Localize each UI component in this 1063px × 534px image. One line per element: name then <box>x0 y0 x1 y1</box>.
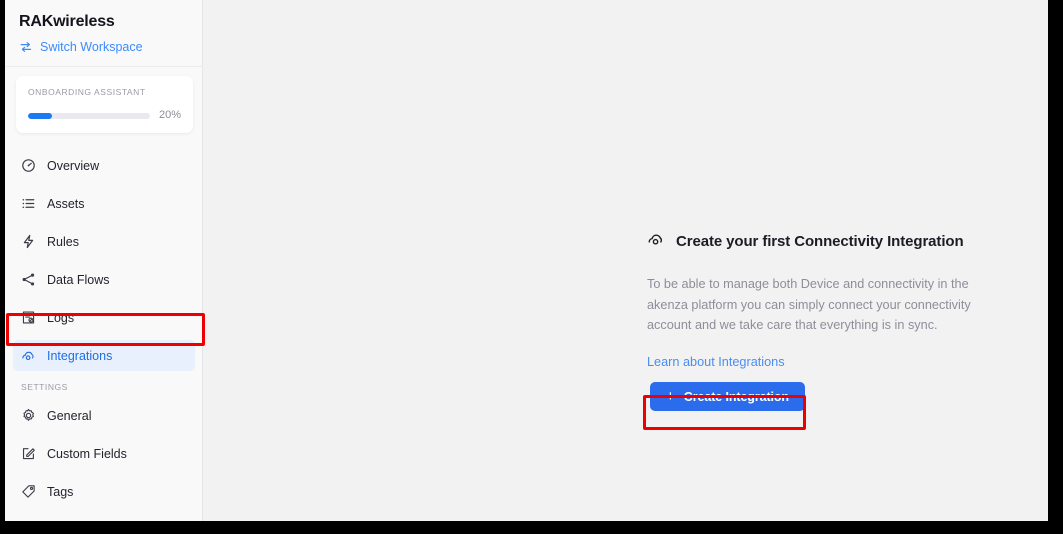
share-icon <box>21 272 36 287</box>
sidebar-item-logs[interactable]: Logs <box>13 302 195 333</box>
progress-bar-fill <box>28 112 53 119</box>
sidebar-item-label: Overview <box>47 158 100 173</box>
sidebar-item-data-flows[interactable]: Data Flows <box>13 264 195 295</box>
onboarding-assistant-card[interactable]: ONBOARDING ASSISTANT 20% <box>16 76 193 133</box>
gauge-icon <box>21 158 36 173</box>
sidebar-item-label: General <box>47 408 92 423</box>
sidebar-item-label: Data Flows <box>47 272 110 287</box>
switch-arrows-icon <box>19 40 33 54</box>
app-window: RAKwireless Switch Workspace ONBOARDING … <box>5 0 1048 521</box>
settings-section-header: SETTINGS <box>21 382 68 392</box>
logs-icon <box>21 310 36 325</box>
sidebar-item-custom-fields[interactable]: Custom Fields <box>13 438 195 469</box>
sidebar-item-label: Rules <box>47 234 79 249</box>
sidebar-item-overview[interactable]: Overview <box>13 150 195 181</box>
tag-icon <box>21 484 36 499</box>
progress-percent-label: 20% <box>158 109 181 121</box>
brand-block: RAKwireless Switch Workspace <box>5 0 202 55</box>
sidebar-item-users[interactable]: Users <box>13 514 195 521</box>
sidebar-item-label: Tags <box>47 484 74 499</box>
list-icon <box>21 196 36 211</box>
sidebar-item-assets[interactable]: Assets <box>13 188 195 219</box>
progress-bar-track <box>28 112 150 119</box>
empty-state-title: Create your first Connectivity Integrati… <box>676 233 964 250</box>
onboarding-progress-row: 20% <box>28 109 181 122</box>
cloud-icon <box>647 230 665 253</box>
sidebar-item-label: Custom Fields <box>47 446 127 461</box>
sidebar-item-label: Integrations <box>47 348 113 363</box>
empty-state-description: To be able to manage both Device and con… <box>647 277 971 332</box>
sidebar-nav: Overview Assets Rules Data Flows Logs In… <box>5 150 203 521</box>
switch-workspace-button[interactable]: Switch Workspace <box>19 39 188 55</box>
sidebar-item-general[interactable]: General <box>13 400 195 431</box>
sidebar: RAKwireless Switch Workspace ONBOARDING … <box>5 0 203 521</box>
create-integration-button[interactable]: + Create Integration <box>650 382 805 411</box>
switch-workspace-label: Switch Workspace <box>40 40 143 54</box>
sidebar-item-tags[interactable]: Tags <box>13 476 195 507</box>
sidebar-item-integrations[interactable]: Integrations <box>13 340 195 371</box>
edit-square-icon <box>21 446 36 461</box>
create-integration-label: Create Integration <box>683 389 789 404</box>
learn-about-integrations-link[interactable]: Learn about Integrations <box>647 354 785 370</box>
cloud-icon <box>21 348 36 363</box>
sidebar-item-label: Logs <box>47 310 75 325</box>
sidebar-item-rules[interactable]: Rules <box>13 226 195 257</box>
onboarding-title: ONBOARDING ASSISTANT <box>28 87 146 97</box>
main-content: Create your first Connectivity Integrati… <box>203 0 1048 521</box>
sidebar-divider <box>5 66 203 67</box>
bolt-icon <box>21 234 36 249</box>
integrations-empty-state: Create your first Connectivity Integrati… <box>647 230 997 411</box>
empty-state-heading-row: Create your first Connectivity Integrati… <box>647 230 997 253</box>
workspace-name: RAKwireless <box>19 13 115 30</box>
gear-icon <box>21 408 36 423</box>
sidebar-item-label: Assets <box>47 196 85 211</box>
plus-icon: + <box>666 388 675 405</box>
